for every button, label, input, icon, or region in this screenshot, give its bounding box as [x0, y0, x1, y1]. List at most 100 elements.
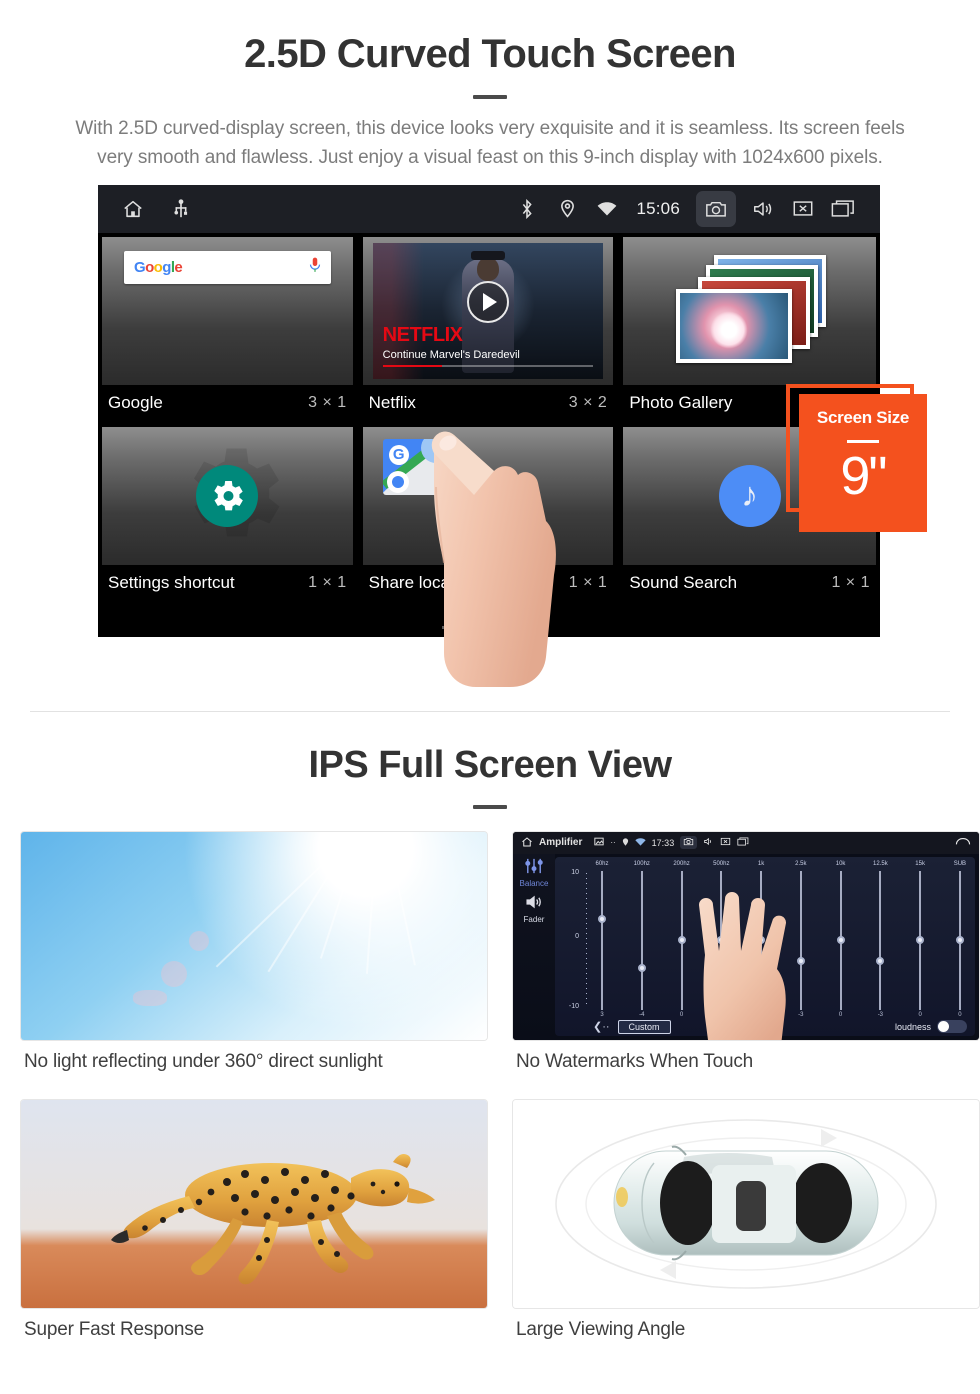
mic-icon[interactable] [309, 257, 321, 278]
back-icon[interactable] [955, 837, 971, 848]
section2-title: IPS Full Screen View [308, 743, 672, 786]
photo-gallery-widget[interactable] [623, 236, 876, 385]
widget-meta: Google 3 × 1 [98, 384, 357, 423]
widget-meta: Sound Search 1 × 1 [619, 564, 880, 603]
eq-slider[interactable] [633, 870, 651, 1010]
photo-stack [674, 254, 826, 367]
title-underline [473, 94, 507, 99]
google-logo: Google [134, 258, 183, 276]
eq-value: 3 [600, 1011, 604, 1018]
widget-google[interactable]: Google Google 3 × 1 [98, 232, 359, 423]
photo-blossom [675, 288, 792, 363]
widget-meta: Share location 1 × 1 [358, 564, 618, 603]
frequency-labels: 60hz 100hz 200hz 500hz 1k 2.5k 10k 12.5k… [593, 861, 969, 867]
play-button-icon[interactable] [466, 281, 509, 324]
loudness-label: loudness [894, 1021, 931, 1032]
volume-icon[interactable] [750, 196, 776, 222]
widget-meta: Settings shortcut 1 × 1 [98, 564, 357, 603]
settings-gear-icon[interactable] [196, 464, 259, 527]
netflix-brand: NETFLIX [382, 323, 463, 346]
preset-button[interactable]: Custom [617, 1019, 671, 1034]
settings-shortcut-widget[interactable] [102, 426, 353, 565]
netflix-widget[interactable]: NETFLIX Continue Marvel's Daredevil [362, 236, 614, 385]
gallery-icon [594, 837, 605, 848]
band-label: 15k [915, 860, 925, 867]
widget-grid-row-1: Google Google 3 × 1 NETFLIX Continue Mar… [98, 232, 880, 423]
volume-icon[interactable] [703, 837, 714, 848]
widget-label: Google [108, 392, 163, 412]
music-note-icon[interactable]: ♪ [718, 464, 781, 527]
hand-illustration [675, 885, 825, 1040]
recents-icon[interactable] [830, 196, 856, 222]
share-location-widget[interactable]: G [362, 426, 614, 565]
eq-value: -4 [639, 1011, 645, 1018]
running-cheetah-photo [20, 1098, 488, 1309]
google-g-badge: G [388, 444, 409, 465]
car-scene [513, 1099, 979, 1308]
close-icon[interactable] [790, 196, 816, 222]
close-icon[interactable] [720, 837, 731, 848]
screen-size-value: 9" [840, 445, 887, 506]
recents-icon[interactable] [737, 837, 749, 848]
eq-slider[interactable] [911, 870, 929, 1010]
eq-slider[interactable] [871, 870, 889, 1010]
eq-value: 0 [838, 1011, 843, 1018]
loudness-control[interactable]: loudness [894, 1020, 967, 1034]
widget-label: Sound Search [629, 572, 738, 592]
home-icon[interactable] [120, 196, 146, 222]
band-label: 12.5k [873, 860, 888, 867]
page-dot-3[interactable] [510, 625, 536, 629]
balance-icon[interactable] [524, 858, 544, 878]
widget-label: Share location [368, 572, 478, 592]
widget-settings-shortcut[interactable]: Settings shortcut 1 × 1 [98, 422, 359, 603]
page-dot-1[interactable] [442, 625, 468, 629]
camera-icon[interactable] [680, 836, 698, 850]
eq-slider[interactable] [951, 870, 969, 1010]
camera-icon[interactable] [696, 190, 736, 227]
widget-label: Netflix [368, 392, 416, 412]
amplifier-screenshot: Amplifier ·· 17:33 Balance Fader 10 0 -1… [512, 830, 980, 1041]
widget-grid-row-2: Settings shortcut 1 × 1 G Share location… [98, 422, 880, 603]
status-clock: 15:06 [636, 198, 680, 218]
prev-preset-icon[interactable]: ❮·· [593, 1020, 610, 1033]
equalizer-panel: 10 0 -10 60hz 100hz 200hz 500hz 1k 2.5k … [555, 856, 975, 1040]
feature-card-watermarks: Amplifier ·· 17:33 Balance Fader 10 0 -1… [512, 830, 980, 1087]
search-input[interactable]: Google [124, 250, 331, 284]
wifi-icon [594, 196, 620, 222]
google-search-widget[interactable]: Google [102, 236, 353, 385]
axis-label-mid: 0 [575, 933, 579, 941]
widget-size: 1 × 1 [568, 573, 608, 591]
band-label: 100hz [633, 860, 650, 867]
widget-size: 3 × 2 [568, 393, 608, 411]
cheetah-scene [21, 1099, 487, 1308]
widget-label: Photo Gallery [629, 392, 733, 412]
android-device-screen: 15:06 Google Google 3 × 1 NETFLIX Contin… [98, 184, 880, 637]
axis-label-bottom: -10 [568, 1002, 579, 1010]
bluetooth-icon [514, 196, 540, 222]
page-dot-2[interactable] [476, 625, 502, 629]
widget-size: 3 × 1 [308, 393, 347, 411]
amplifier-sidebar: Balance Fader [513, 853, 555, 1040]
feature-card-grid: No light reflecting under 360° direct su… [20, 830, 980, 1355]
screen-size-label: Screen Size [816, 407, 910, 427]
balance-label: Balance [519, 878, 549, 888]
band-label: 1k [757, 860, 765, 867]
feature-caption: No light reflecting under 360° direct su… [24, 1050, 383, 1072]
netflix-artwork: NETFLIX Continue Marvel's Daredevil [372, 242, 604, 379]
widget-size: 1 × 1 [831, 573, 870, 591]
amplifier-title: Amplifier [539, 837, 583, 849]
loudness-toggle[interactable] [937, 1020, 967, 1034]
widget-share-location[interactable]: G Share location 1 × 1 [358, 422, 620, 603]
figure-hat [470, 250, 505, 260]
dots-icon: ·· [610, 838, 616, 848]
widget-netflix[interactable]: NETFLIX Continue Marvel's Daredevil Netf… [358, 232, 620, 423]
figure-head [476, 256, 499, 281]
eq-slider[interactable] [593, 870, 611, 1010]
netflix-subtitle: Continue Marvel's Daredevil [382, 348, 520, 361]
eq-slider[interactable] [832, 870, 850, 1010]
home-icon[interactable] [521, 836, 533, 850]
page-indicator[interactable] [98, 625, 880, 629]
amplifier-body: Balance Fader 10 0 -10 60hz 100hz 200hz … [513, 853, 979, 1040]
google-maps-icon[interactable]: G [382, 438, 445, 495]
fader-icon[interactable] [524, 895, 544, 914]
